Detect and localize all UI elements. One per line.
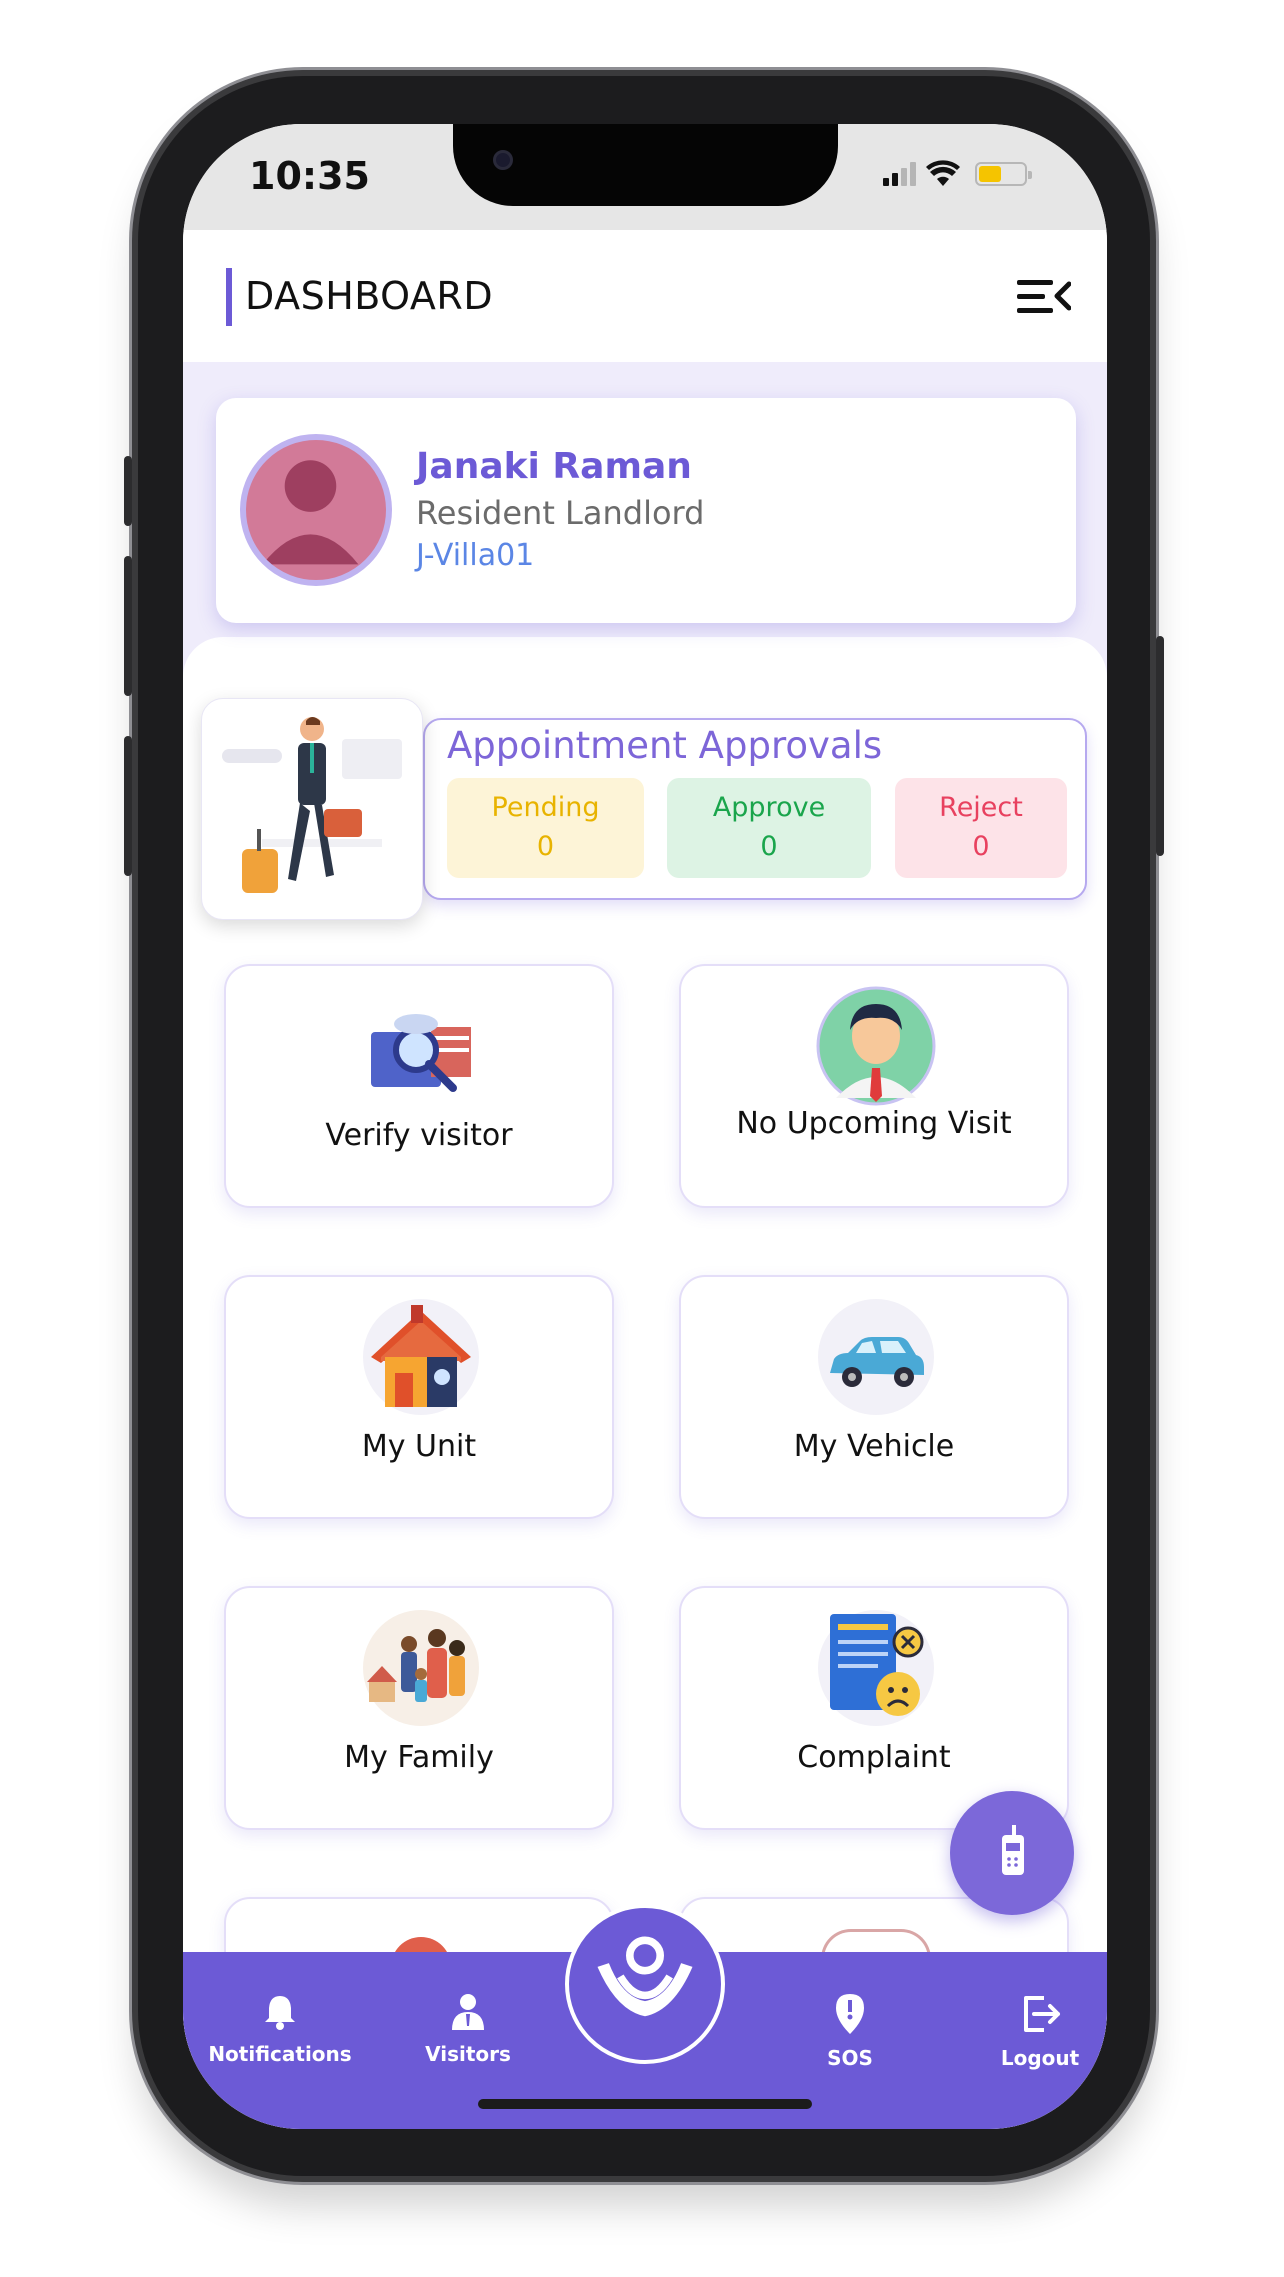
app-header: DASHBOARD: [183, 230, 1107, 362]
wifi-icon: [926, 160, 960, 186]
reject-count: 0: [972, 831, 990, 862]
pending-pill[interactable]: Pending 0: [447, 778, 644, 878]
my-family-tile[interactable]: My Family: [224, 1586, 614, 1830]
status-bar: 10:35: [183, 124, 1107, 230]
nav-logout-label: Logout: [1000, 2046, 1080, 2070]
my-unit-label: My Unit: [361, 1429, 477, 1464]
pending-label: Pending: [491, 792, 600, 823]
verify-visitor-label: Verify visitor: [325, 1118, 513, 1153]
nav-logout[interactable]: Logout: [965, 1992, 1107, 2070]
nav-visitors-label: Visitors: [425, 2042, 511, 2066]
walkie-talkie-icon: [1002, 1825, 1024, 1875]
profile-name: Janaki Raman: [416, 446, 692, 487]
complaint-label: Complaint: [797, 1740, 951, 1775]
home-logo-button[interactable]: [565, 1904, 725, 2064]
visitor-avatar-icon: [816, 986, 936, 1106]
pending-count: 0: [536, 831, 555, 862]
status-time: 10:35: [249, 154, 370, 198]
front-camera: [493, 150, 513, 170]
app-logo-icon: [597, 1936, 693, 2017]
reject-label: Reject: [939, 792, 1023, 823]
approve-pill[interactable]: Approve 0: [667, 778, 871, 878]
traveler-illustration: [201, 698, 423, 920]
bell-icon: [265, 1996, 295, 2030]
my-vehicle-tile[interactable]: My Vehicle: [679, 1275, 1069, 1519]
visitor-person-icon: [452, 1994, 484, 2030]
app-screen: 10:35 DASHBOARD Janaki Raman Resident La…: [183, 124, 1107, 2129]
house-icon: [363, 1299, 479, 1415]
my-unit-tile[interactable]: My Unit: [224, 1275, 614, 1519]
profile-role: Resident Landlord: [416, 494, 705, 532]
reject-pill[interactable]: Reject 0: [895, 778, 1067, 878]
profile-unit: J-Villa01: [416, 538, 535, 573]
signal-icon: [883, 162, 916, 186]
sos-pin-icon: [836, 1994, 864, 2034]
nav-sos[interactable]: SOS: [775, 1992, 925, 2070]
header-accent-bar: [226, 268, 232, 326]
logout-icon: [1024, 1996, 1060, 2032]
upcoming-visit-tile[interactable]: No Upcoming Visit: [679, 964, 1069, 1208]
upcoming-visit-label: No Upcoming Visit: [736, 1106, 1012, 1141]
verify-visitor-icon: [371, 1014, 471, 1092]
walkie-talkie-button[interactable]: [950, 1791, 1074, 1915]
complaint-icon: [818, 1610, 934, 1726]
nav-notifications[interactable]: Notifications: [205, 1992, 355, 2066]
appointment-approvals-title: Appointment Approvals: [447, 724, 883, 767]
approve-count: 0: [760, 831, 778, 862]
family-icon: [363, 1610, 479, 1726]
profile-card[interactable]: Janaki Raman Resident Landlord J-Villa01: [216, 398, 1076, 623]
nav-visitors[interactable]: Visitors: [393, 1992, 543, 2066]
nav-notifications-label: Notifications: [208, 2042, 352, 2066]
car-icon: [818, 1299, 934, 1415]
my-vehicle-label: My Vehicle: [793, 1429, 955, 1464]
battery-icon: [975, 162, 1032, 186]
page-title: DASHBOARD: [245, 274, 494, 318]
verify-visitor-tile[interactable]: Verify visitor: [224, 964, 614, 1208]
avatar: [240, 434, 392, 586]
menu-collapse-icon[interactable]: [1017, 278, 1071, 316]
nav-sos-label: SOS: [827, 2046, 873, 2070]
my-family-label: My Family: [344, 1740, 494, 1775]
approve-label: Approve: [712, 792, 826, 823]
home-indicator[interactable]: [478, 2099, 812, 2109]
